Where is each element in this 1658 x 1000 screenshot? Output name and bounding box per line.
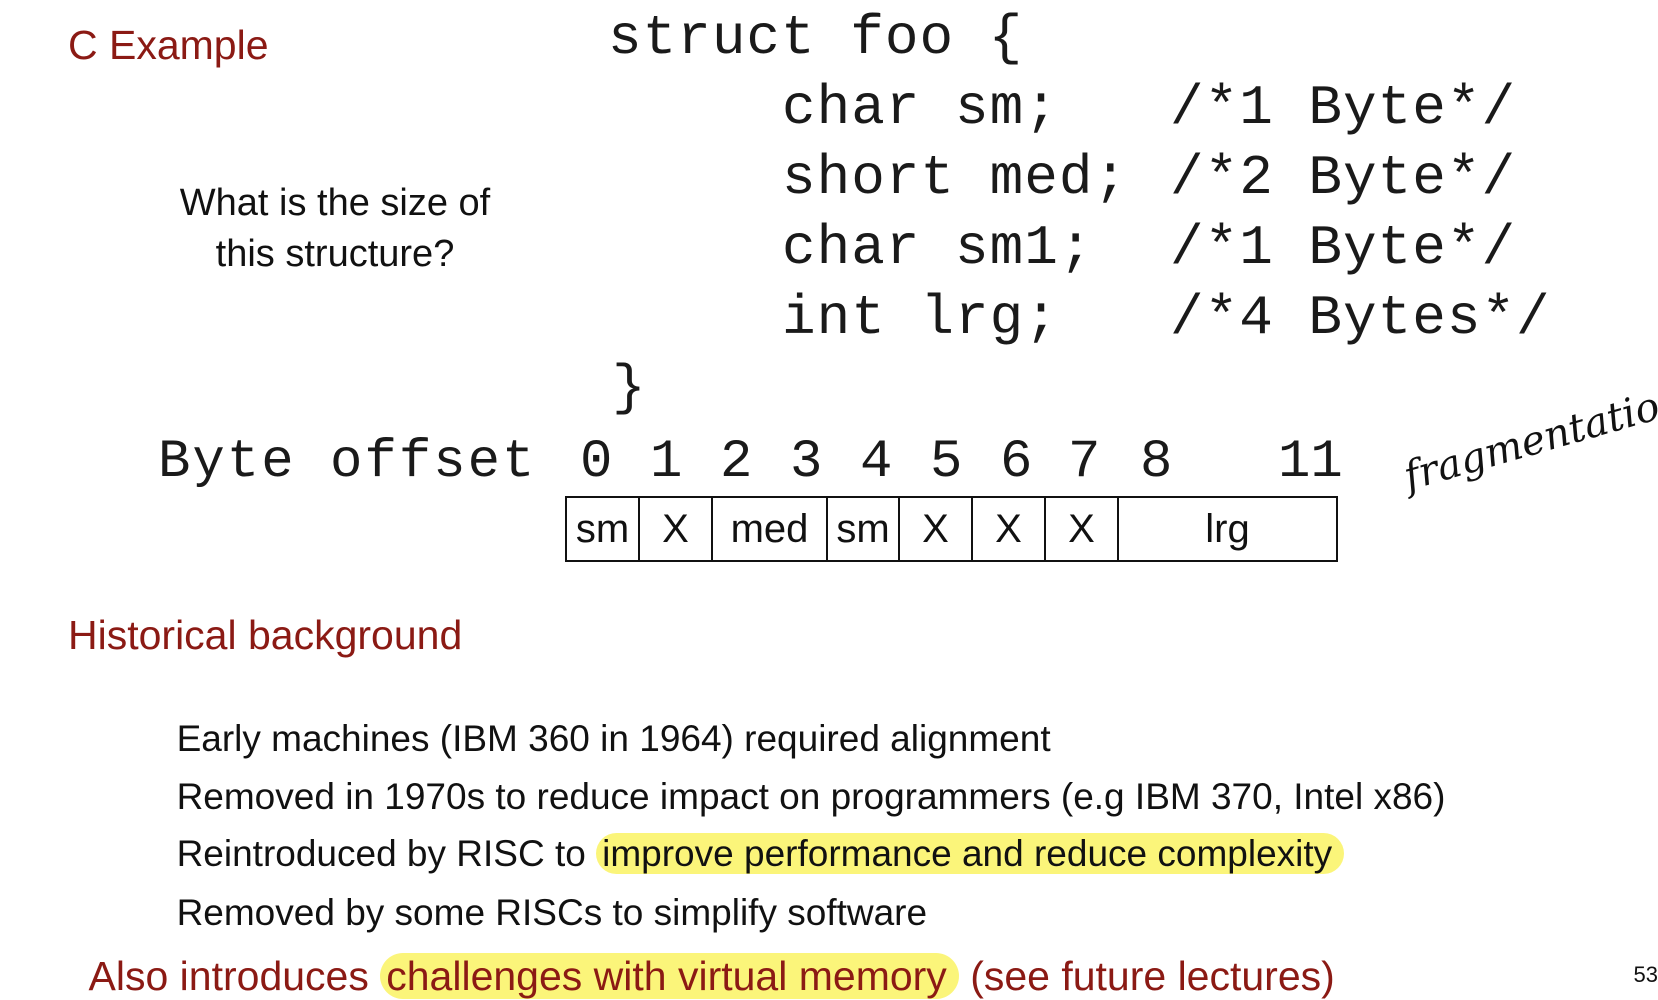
offset-tick: 0 — [580, 432, 613, 493]
code-field-comment: /*1 Byte*/ — [1170, 76, 1517, 140]
code-field-decl: char sm; — [782, 76, 1059, 140]
offset-tick: 8 — [1140, 432, 1173, 493]
code-struct-open: struct foo { — [608, 6, 1024, 70]
offset-tick: 6 — [1000, 432, 1033, 493]
offset-tick: 5 — [930, 432, 963, 493]
code-field-decl: int lrg; — [782, 286, 1059, 350]
memory-cell: sm — [567, 498, 640, 560]
memory-cell: X — [640, 498, 713, 560]
memory-cell: X — [900, 498, 973, 560]
byte-offset-label: Byte offset — [158, 432, 537, 493]
slide-title: C Example — [68, 22, 269, 68]
highlighted-text: challenges with virtual memory — [380, 953, 959, 999]
code-field-decl: char sm1; — [782, 216, 1094, 280]
closing-line: Also introduces challenges with virtual … — [68, 906, 1335, 1000]
memory-cell: lrg — [1205, 506, 1250, 551]
section-heading: Historical background — [68, 612, 463, 658]
offset-tick: 2 — [720, 432, 753, 493]
offset-tick: 7 — [1068, 432, 1101, 493]
code-field-decl: short med; — [782, 146, 1129, 210]
offset-tick: 4 — [860, 432, 893, 493]
offset-tick: 3 — [790, 432, 823, 493]
question-text: What is the size of this structure? — [179, 182, 491, 275]
memory-cell: X — [1046, 498, 1119, 560]
code-field-comment: /*1 Byte*/ — [1170, 216, 1517, 280]
page-number: 53 — [1633, 962, 1658, 987]
memory-cell: med — [713, 498, 828, 560]
memory-cell: X — [973, 498, 1046, 560]
handwritten-annotation: fragmentation!! — [1398, 367, 1658, 501]
offset-tick: 1 — [650, 432, 683, 493]
offset-tick: 11 — [1278, 432, 1343, 493]
code-field-comment: /*2 Byte*/ — [1170, 146, 1517, 210]
code-struct-close: } — [612, 356, 647, 420]
closing-text: Also introduces — [88, 953, 381, 999]
closing-text: (see future lectures) — [958, 953, 1335, 999]
code-field-comment: /*4 Bytes*/ — [1170, 286, 1551, 350]
memory-cell: sm — [828, 498, 900, 560]
memory-layout-diagram: sm X med sm X X X lrg — [565, 496, 1338, 562]
